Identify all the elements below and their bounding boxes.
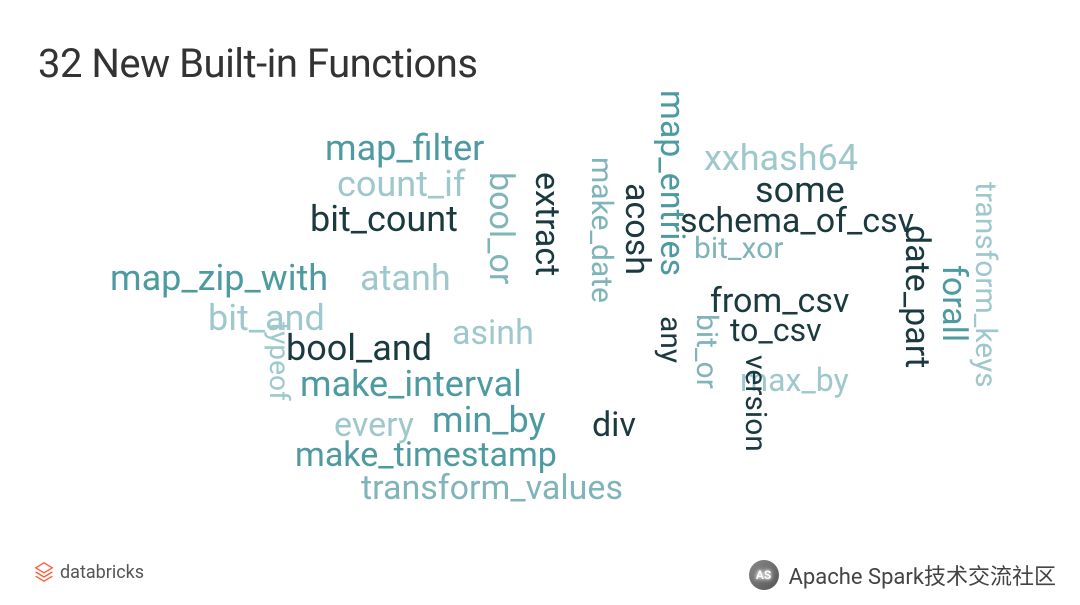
word-bool-and: bool_and [286,330,432,366]
word-bit-or: bit_or [691,314,721,389]
word-to-csv: to_csv [730,314,822,346]
word-map-filter: map_filter [325,130,484,166]
word-min-by: min_by [432,402,546,438]
word-cloud: map_filtercount_ifbit_count bool_or extrac… [100,90,1060,490]
word-map-entries: map_entries [655,90,689,276]
word-forall: forall [937,265,971,342]
word-bit-xor: bit_xor [694,234,783,264]
community-avatar-icon: AS [749,560,779,590]
slide: 32 New Built-in Functions map_filtercoun… [0,0,1080,605]
word-count-if: count_if [337,166,465,202]
word-map-zip-with: map_zip_with [110,260,328,296]
brand-footer: databricks [34,561,144,583]
word-make-timestamp: make_timestamp [295,438,557,472]
word-acosh: acosh [620,183,654,275]
word-typeof: typeof [265,322,293,401]
word-div: div [592,408,636,442]
word-atanh: atanh [360,260,451,296]
word-bit-count: bit_count [310,201,458,237]
slide-title: 32 New Built-in Functions [38,40,478,87]
community-watermark: AS Apache Spark技术交流社区 [749,559,1056,591]
word-asinh: asinh [452,316,534,350]
word-bool-or: bool_or [484,172,518,284]
databricks-logo-icon [34,561,54,583]
word-transform-values: transform_values [361,471,623,505]
word-date-part: date_part [900,225,934,368]
word-extract: extract [530,172,564,276]
community-text: Apache Spark技术交流社区 [789,559,1056,591]
word-make-date: make_date [586,157,616,303]
word-transform-keys: transform_keys [970,182,1000,388]
word-any: any [655,316,685,363]
brand-text: databricks [60,562,144,583]
word-make-interval: make_interval [300,366,522,402]
word-version: version [740,355,770,452]
